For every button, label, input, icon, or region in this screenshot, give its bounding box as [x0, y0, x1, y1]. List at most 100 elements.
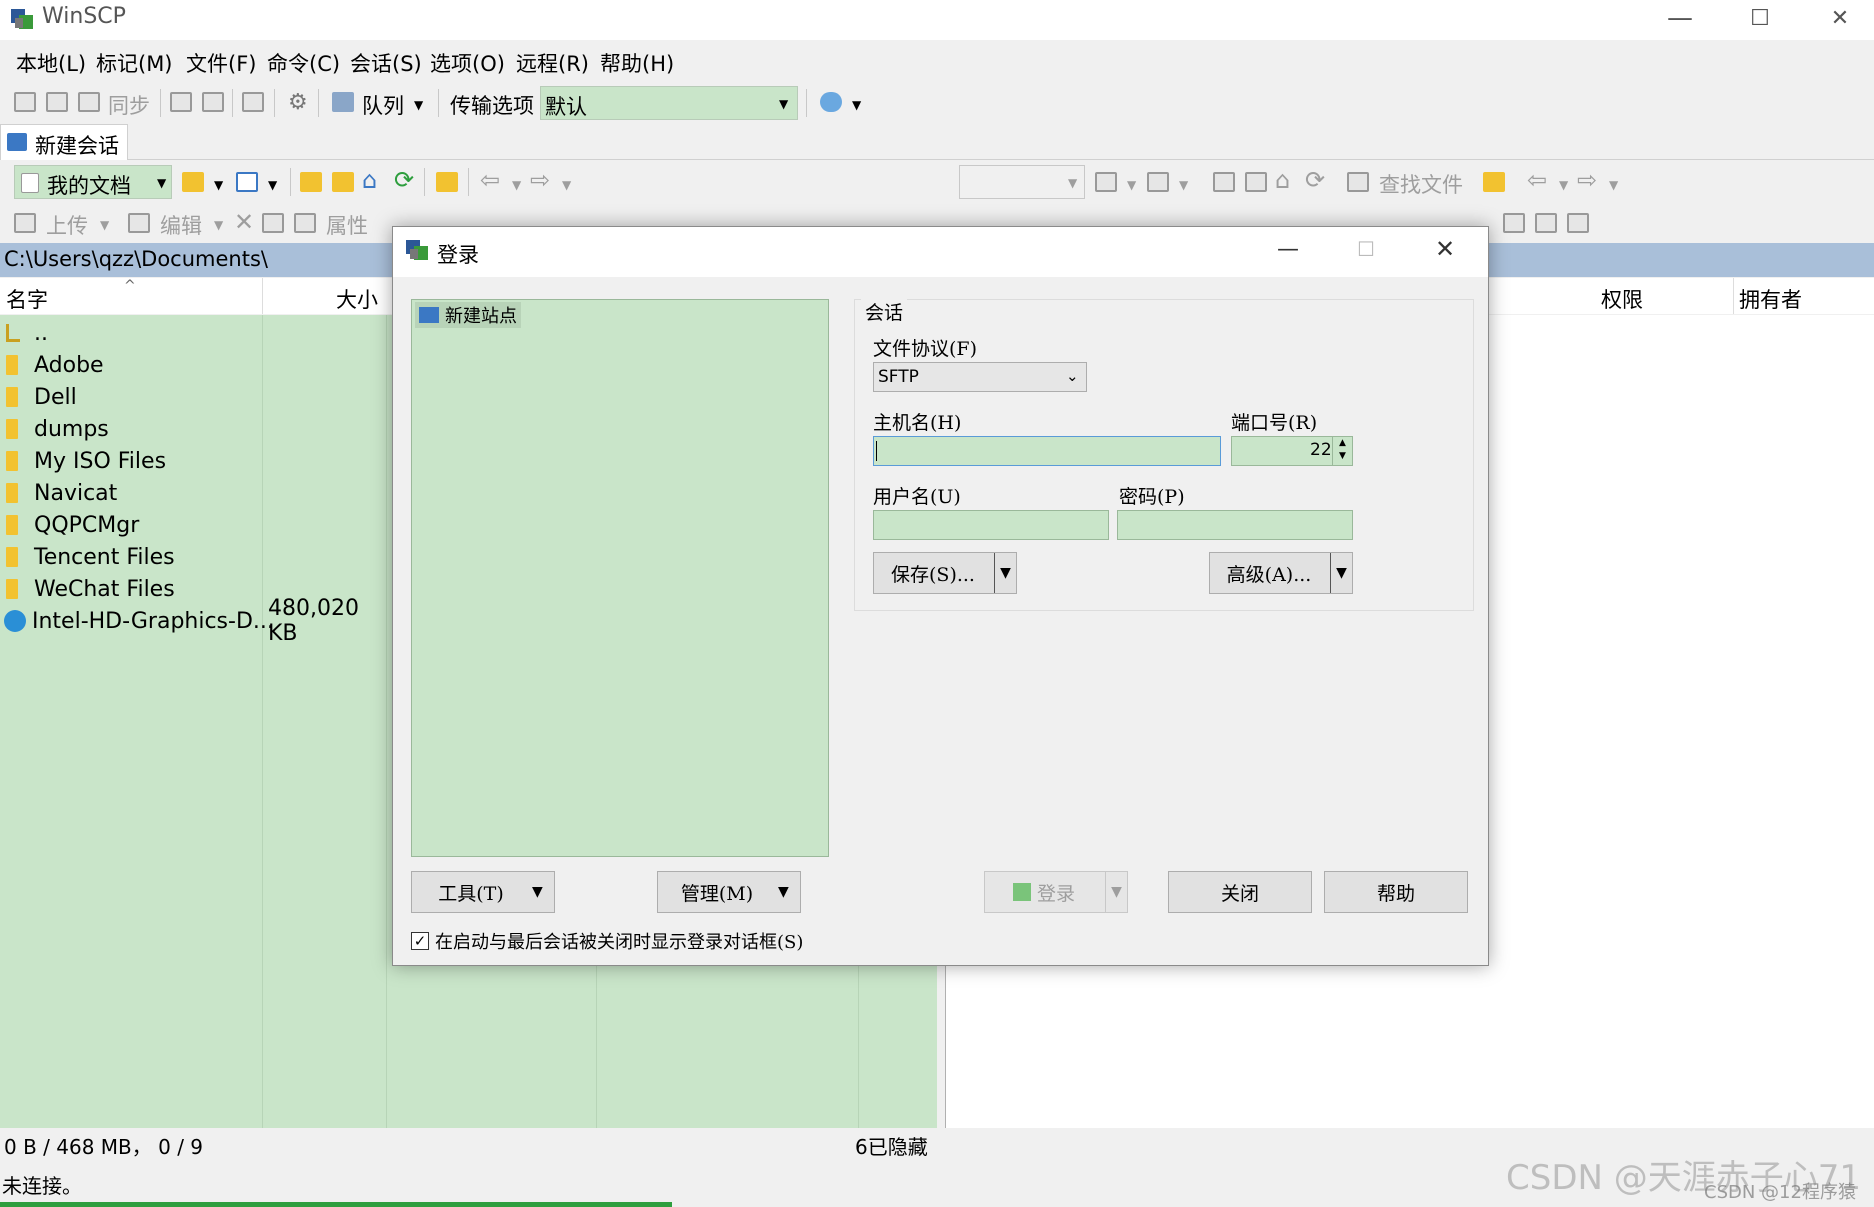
filter-icon[interactable] — [1147, 172, 1169, 192]
menu-file[interactable]: 文件(F) — [186, 48, 256, 78]
show-login-checkbox-row[interactable]: ✓ 在启动与最后会话被关闭时显示登录对话框(S) — [411, 927, 803, 955]
compare-icon[interactable] — [14, 92, 36, 112]
file-row[interactable]: QQPCMgr — [6, 509, 139, 541]
console-icon[interactable] — [170, 92, 192, 112]
chevron-down-icon[interactable]: ▼ — [1609, 178, 1618, 192]
menu-local[interactable]: 本地(L) — [16, 48, 86, 78]
sync-button[interactable]: 同步 — [108, 90, 150, 120]
host-input[interactable] — [873, 436, 1221, 466]
home-icon[interactable]: ⌂ — [362, 166, 377, 194]
chevron-down-icon[interactable]: ▼ — [1330, 553, 1352, 593]
putty-icon[interactable] — [202, 92, 224, 112]
advanced-button[interactable]: 高级(A)... ▼ — [1209, 552, 1353, 594]
close-dialog-button[interactable]: 关闭 — [1168, 871, 1312, 913]
chevron-down-icon[interactable]: ▼ — [1127, 178, 1136, 192]
file-row[interactable]: Navicat — [6, 477, 117, 509]
queue-icon[interactable] — [332, 92, 354, 112]
properties-icon[interactable] — [294, 213, 316, 233]
edit-icon[interactable] — [128, 213, 150, 233]
parent-folder-icon[interactable] — [1213, 172, 1235, 192]
file-row[interactable]: Dell — [6, 381, 77, 413]
file-row[interactable]: Tencent Files — [6, 541, 175, 573]
find-icon[interactable] — [1347, 172, 1369, 192]
forward-icon[interactable]: ⇨ — [1577, 166, 1597, 194]
tools-button[interactable]: 工具(T) ▼ — [411, 871, 555, 913]
filter-icon[interactable] — [236, 172, 258, 192]
chevron-down-icon[interactable]: ▼ — [852, 98, 861, 112]
refresh-icon[interactable]: ⟳ — [1305, 166, 1325, 194]
file-row[interactable]: .. — [6, 317, 48, 349]
column-owner[interactable]: 拥有者 — [1739, 284, 1802, 314]
file-row[interactable]: My ISO Files — [6, 445, 166, 477]
maximize-button[interactable]: ☐ — [1720, 0, 1800, 36]
login-button[interactable]: 登录 ▼ — [984, 871, 1128, 913]
transfer-settings-select[interactable]: 默认 ▼ — [540, 86, 798, 120]
column-divider[interactable] — [262, 278, 263, 314]
tab-new-session[interactable]: 新建会话 — [0, 124, 128, 160]
chevron-down-icon[interactable]: ▼ — [1179, 178, 1188, 192]
root-folder-icon[interactable] — [1245, 172, 1267, 192]
chevron-down-icon[interactable]: ▼ — [268, 178, 277, 192]
show-login-checkbox[interactable]: ✓ — [411, 932, 429, 950]
properties-button[interactable]: 属性 — [326, 210, 368, 240]
location-select[interactable]: 我的文档 ▼ — [14, 165, 172, 199]
root-folder-icon[interactable] — [332, 172, 354, 192]
menu-remote[interactable]: 远程(R) — [516, 48, 589, 78]
file-row[interactable]: dumps — [6, 413, 109, 445]
edit-button[interactable]: 编辑 — [160, 210, 202, 240]
file-row[interactable]: WeChat Files — [6, 573, 175, 605]
file-row[interactable]: Adobe — [6, 349, 104, 381]
column-name[interactable]: 名字 — [6, 284, 48, 314]
synchronize-browse-icon[interactable] — [46, 92, 68, 112]
new-icon[interactable] — [1535, 213, 1557, 233]
column-permissions[interactable]: 权限 — [1601, 284, 1643, 314]
upload-button[interactable]: 上传 — [46, 210, 88, 240]
forward-icon[interactable]: ⇨ — [530, 166, 550, 194]
upload-icon[interactable] — [14, 213, 36, 233]
rename-icon[interactable] — [1503, 213, 1525, 233]
chevron-down-icon[interactable]: ▼ — [214, 218, 223, 232]
home-icon[interactable]: ⌂ — [1275, 166, 1290, 194]
column-divider[interactable] — [1733, 278, 1734, 314]
menu-mark[interactable]: 标记(M) — [96, 48, 173, 78]
chevron-down-icon[interactable]: ▼ — [562, 178, 571, 192]
chevron-down-icon[interactable]: ▼ — [994, 553, 1016, 593]
clipboard-icon[interactable] — [242, 92, 264, 112]
filter-icon[interactable] — [1567, 213, 1589, 233]
minimize-button[interactable]: — — [1640, 0, 1720, 36]
delete-icon[interactable]: ✕ — [234, 208, 254, 236]
column-size[interactable]: 大小 — [336, 284, 378, 314]
gear-icon[interactable]: ⚙ — [288, 90, 308, 115]
site-tree[interactable]: 新建站点 — [411, 299, 829, 857]
save-button[interactable]: 保存(S)... ▼ — [873, 552, 1017, 594]
protocol-select[interactable]: SFTP ⌄ — [873, 362, 1087, 392]
chevron-down-icon[interactable]: ▼ — [414, 98, 423, 112]
port-spinner[interactable]: ▲ ▼ — [1332, 437, 1352, 465]
parent-folder-icon[interactable] — [300, 172, 322, 192]
password-input[interactable] — [1117, 510, 1353, 540]
close-button[interactable]: ✕ — [1435, 235, 1455, 263]
tree-icon[interactable] — [436, 172, 458, 192]
site-item-new-site[interactable]: 新建站点 — [415, 302, 521, 328]
manage-button[interactable]: 管理(M) ▼ — [657, 871, 801, 913]
menu-options[interactable]: 选项(O) — [430, 48, 505, 78]
chevron-down-icon[interactable]: ▼ — [214, 178, 223, 192]
queue-button[interactable]: 队列 — [362, 90, 404, 120]
port-input[interactable]: 22 ▲ ▼ — [1231, 436, 1353, 466]
file-row[interactable]: Intel-HD-Graphics-D... 480,020 KB — [4, 596, 392, 646]
find-files-button[interactable]: 查找文件 — [1379, 169, 1463, 199]
remote-location-select[interactable]: ▼ — [959, 165, 1085, 199]
close-button[interactable]: ✕ — [1800, 0, 1874, 36]
chevron-down-icon[interactable]: ▼ — [1105, 872, 1127, 912]
menu-session[interactable]: 会话(S) — [350, 48, 422, 78]
username-input[interactable] — [873, 510, 1109, 540]
menu-command[interactable]: 命令(C) — [267, 48, 340, 78]
back-icon[interactable]: ⇦ — [480, 166, 500, 194]
refresh-icon[interactable]: ⟳ — [394, 166, 414, 194]
back-icon[interactable]: ⇦ — [1527, 166, 1547, 194]
help-button[interactable]: 帮助 — [1324, 871, 1468, 913]
tree-icon[interactable] — [1483, 172, 1505, 192]
sync-icon[interactable] — [78, 92, 100, 112]
globe-icon[interactable] — [820, 92, 842, 112]
menu-help[interactable]: 帮助(H) — [600, 48, 674, 78]
